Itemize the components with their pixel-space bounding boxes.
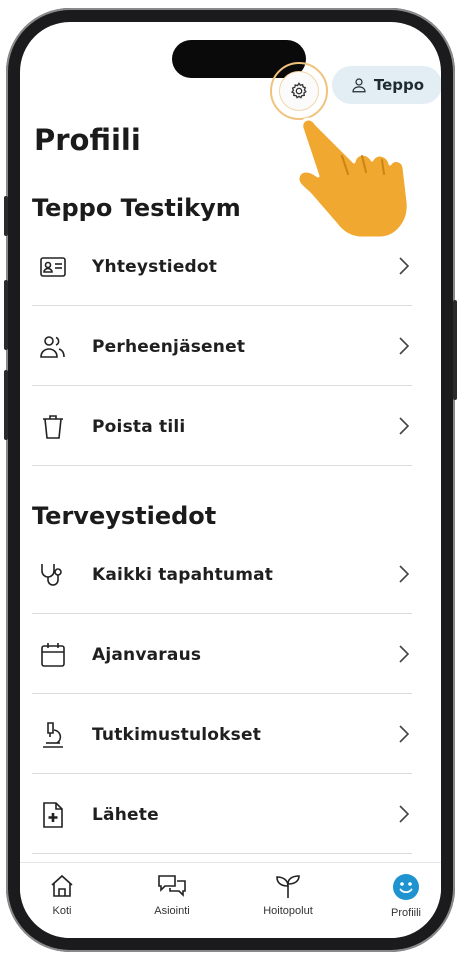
list-item-kaikki-tapahtumat[interactable]: Kaikki tapahtumat	[32, 536, 412, 614]
chevron-right-icon	[399, 805, 410, 823]
user-profile-chip[interactable]: Teppo	[332, 66, 441, 104]
stethoscope-icon	[41, 563, 62, 586]
tab-label: Hoitopolut	[263, 905, 313, 917]
calendar-icon	[41, 642, 65, 667]
chevron-right-icon	[399, 645, 410, 663]
tab-asiointi[interactable]: Asiointi	[132, 873, 212, 917]
list-item-label: Poista tili	[92, 416, 186, 437]
microscope-icon	[43, 721, 63, 748]
list-item-lahete[interactable]: Lähete	[32, 776, 412, 854]
list-item-tutkimustulokset[interactable]: Tutkimustulokset	[32, 696, 412, 774]
phone-side-button	[4, 280, 8, 350]
smiley-icon	[393, 874, 419, 900]
list-item-label: Kaikki tapahtumat	[92, 564, 274, 585]
family-icon	[40, 335, 65, 358]
chevron-right-icon	[399, 417, 410, 435]
page-title: Profiili	[34, 123, 141, 157]
tab-label: Asiointi	[154, 905, 190, 917]
section-title-health: Terveystiedot	[32, 502, 217, 530]
document-plus-icon	[43, 801, 63, 828]
list-item-ajanvaraus[interactable]: Ajanvaraus	[32, 616, 412, 694]
pointing-hand-icon	[296, 117, 410, 240]
tab-label: Koti	[52, 905, 72, 917]
chat-icon	[158, 875, 186, 897]
tab-hoitopolut[interactable]: Hoitopolut	[248, 873, 328, 917]
list-item-poista-tili[interactable]: Poista tili	[32, 388, 412, 466]
gear-icon	[290, 82, 307, 99]
chevron-right-icon	[399, 337, 410, 355]
list-item-perheenjasenet[interactable]: Perheenjäsenet	[32, 308, 412, 386]
list-item-label: Perheenjäsenet	[92, 336, 246, 357]
chevron-right-icon	[399, 725, 410, 743]
section-title-account: Teppo Testikym	[32, 194, 241, 222]
sprout-icon	[276, 875, 300, 898]
person-icon	[352, 78, 366, 93]
phone-side-button	[453, 300, 457, 400]
phone-side-button	[4, 196, 8, 236]
contact-card-icon	[40, 256, 66, 277]
list-item-label: Yhteystiedot	[92, 256, 218, 277]
tab-koti[interactable]: Koti	[22, 873, 102, 917]
tab-profiili[interactable]: Profiili	[366, 873, 441, 919]
chevron-right-icon	[399, 565, 410, 583]
list-item-label: Lähete	[92, 804, 159, 825]
list-item-label: Ajanvaraus	[92, 644, 202, 665]
chevron-right-icon	[399, 257, 410, 275]
list-item-label: Tutkimustulokset	[92, 724, 262, 745]
tab-label: Profiili	[391, 907, 421, 919]
trash-icon	[43, 414, 63, 439]
user-chip-label: Teppo	[373, 76, 425, 94]
home-icon	[51, 874, 73, 897]
phone-side-button	[4, 370, 8, 440]
